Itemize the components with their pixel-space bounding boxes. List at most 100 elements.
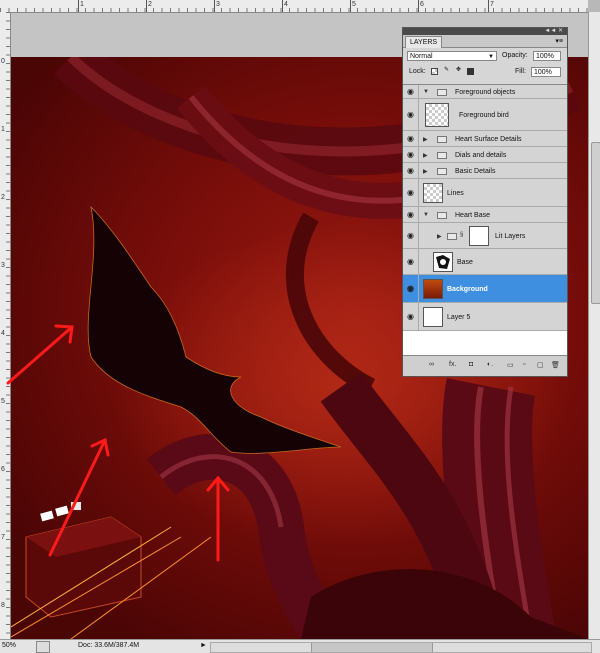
layer-row[interactable]: ◉ Lines — [403, 179, 567, 207]
folder-icon — [447, 233, 457, 240]
opacity-label: Opacity: — [502, 52, 528, 59]
blend-mode-select[interactable]: Normal ▼ — [407, 51, 497, 61]
fill-label: Fill: — [515, 68, 526, 75]
layer-row[interactable]: ◉ ▶ Dials and details — [403, 147, 567, 163]
layer-name: Foreground bird — [459, 112, 509, 119]
collapsed-triangle-icon[interactable]: ▶ — [423, 136, 428, 143]
base-thumbnail-art — [436, 255, 450, 269]
collapsed-triangle-icon[interactable]: ▶ — [437, 233, 442, 240]
panel-collapse-controls[interactable]: ◄◄ ✕ — [544, 28, 563, 35]
ruler-number: 8 — [1, 602, 5, 609]
ruler-number: 4 — [1, 330, 5, 337]
lock-transparent-icon[interactable] — [431, 68, 438, 75]
eye-icon[interactable]: ◉ — [403, 207, 419, 222]
lock-all-icon[interactable] — [467, 68, 474, 75]
new-group-icon[interactable]: ▭ — [507, 361, 514, 369]
ruler-number: 5 — [1, 398, 5, 405]
layer-row[interactable]: ◉ ▼ Heart Base — [403, 207, 567, 223]
ruler-number: 1 — [1, 126, 5, 133]
zoom-level-field[interactable]: 50% — [2, 642, 28, 651]
collapsed-triangle-icon[interactable]: ▶ — [423, 168, 428, 175]
adjustment-layer-icon[interactable]: ◐. — [487, 361, 493, 368]
eye-icon[interactable]: ◉ — [403, 85, 419, 98]
layer-row[interactable]: ◉ ▶ Heart Surface Details — [403, 131, 567, 147]
eye-icon[interactable]: ◉ — [403, 179, 419, 206]
layer-row-selected[interactable]: ◉ Background — [403, 275, 567, 303]
horizontal-scroll-thumb[interactable] — [311, 643, 433, 652]
layer-row[interactable]: ◉ Layer 5 — [403, 303, 567, 331]
eye-icon[interactable]: ◉ — [403, 223, 419, 248]
lock-brush-icon[interactable]: ✎ — [443, 67, 450, 75]
ruler-number: 4 — [284, 1, 288, 8]
eye-icon[interactable]: ◉ — [403, 99, 419, 130]
ruler-number: 3 — [1, 262, 5, 269]
layer-thumbnail — [423, 279, 443, 299]
layer-style-icon[interactable]: fx. — [449, 361, 456, 368]
folder-icon — [437, 152, 447, 159]
vertical-ruler[interactable]: 0 1 2 3 4 5 6 7 8 — [0, 12, 11, 639]
collapsed-triangle-icon[interactable]: ▶ — [423, 152, 428, 159]
folder-icon — [437, 212, 447, 219]
layer-thumbnail — [425, 103, 449, 127]
trash-icon[interactable]: 🗑 — [551, 361, 560, 369]
vertical-scrollbar[interactable] — [588, 12, 600, 639]
eye-icon[interactable]: ◉ — [403, 163, 419, 178]
document-size-info: Doc: 33.6M/387.4M — [78, 642, 140, 649]
ruler-number: 1 — [80, 1, 84, 8]
tab-layers[interactable]: LAYERS — [405, 36, 443, 48]
folder-icon — [437, 168, 447, 175]
layer-thumbnail — [423, 183, 443, 203]
horizontal-scrollbar[interactable] — [210, 642, 592, 653]
panel-menu-icon[interactable]: ▾≡ — [555, 37, 563, 45]
blend-row: Normal ▼ Opacity: 100% — [403, 48, 567, 64]
eye-icon[interactable]: ◉ — [403, 131, 419, 146]
ruler-number: 2 — [148, 1, 152, 8]
eye-icon[interactable]: ◉ — [403, 249, 419, 274]
layer-row[interactable]: ◉ ▼ Foreground objects — [403, 85, 567, 99]
ruler-number: 3 — [216, 1, 220, 8]
layer-name: Heart Base — [455, 212, 491, 219]
layer-row[interactable]: ◉ Base — [403, 249, 567, 275]
expanded-triangle-icon[interactable]: ▼ — [423, 212, 429, 218]
duplicate-icon[interactable]: ▢ — [537, 361, 544, 369]
navigator-icon[interactable] — [36, 641, 50, 653]
layer-name: Basic Details — [455, 168, 496, 175]
layer-row[interactable]: ◉ Foreground bird — [403, 99, 567, 131]
ruler-number: 5 — [352, 1, 356, 8]
panel-titlebar[interactable]: ◄◄ ✕ — [403, 28, 567, 35]
expanded-triangle-icon[interactable]: ▼ — [423, 89, 429, 95]
layer-name: Foreground objects — [455, 89, 516, 96]
eye-icon[interactable]: ◉ — [403, 147, 419, 162]
blend-mode-value: Normal — [410, 53, 433, 60]
layer-name: Heart Surface Details — [455, 136, 522, 143]
vertical-scroll-thumb[interactable] — [591, 142, 600, 304]
machine-illustration — [11, 502, 212, 639]
opacity-field[interactable]: 100% — [533, 51, 561, 61]
chevron-down-icon: ▼ — [488, 54, 494, 60]
layer-name: Dials and details — [455, 152, 507, 159]
lock-row: Lock: ✎ ✥ Fill: 100% — [403, 64, 567, 80]
ruler-number: 6 — [420, 1, 424, 8]
layer-name: Layer 5 — [447, 314, 471, 321]
layer-thumbnail — [423, 307, 443, 327]
lock-move-icon[interactable]: ✥ — [455, 67, 462, 75]
fill-field[interactable]: 100% — [531, 67, 561, 77]
link-chain-icon: § — [460, 232, 464, 238]
folder-icon — [437, 89, 447, 96]
layer-name: Lit Layers — [495, 233, 526, 240]
add-mask-icon[interactable]: ◘ — [469, 361, 473, 368]
status-menu-arrow-icon[interactable]: ► — [200, 642, 207, 649]
ruler-number: 6 — [1, 466, 5, 473]
new-layer-icon[interactable]: ▫ — [523, 361, 525, 368]
eye-icon[interactable]: ◉ — [403, 275, 419, 302]
horizontal-ruler[interactable]: 1 2 3 4 5 6 7 — [0, 0, 588, 13]
layers-panel-footer: ∞ fx. ◘ ◐. ▭ ▫ ▢ 🗑 — [403, 355, 567, 376]
status-bar: 50% Doc: 33.6M/387.4M ► — [0, 639, 600, 653]
link-layers-icon[interactable]: ∞ — [429, 361, 434, 368]
lock-label: Lock: — [409, 68, 426, 75]
eye-icon[interactable]: ◉ — [403, 303, 419, 330]
panel-tab-row: LAYERS ▾≡ — [403, 35, 567, 48]
layer-row[interactable]: ◉ ▶ Basic Details — [403, 163, 567, 179]
ruler-number: 7 — [490, 1, 494, 8]
layer-row[interactable]: ◉ ▶ § Lit Layers — [403, 223, 567, 249]
